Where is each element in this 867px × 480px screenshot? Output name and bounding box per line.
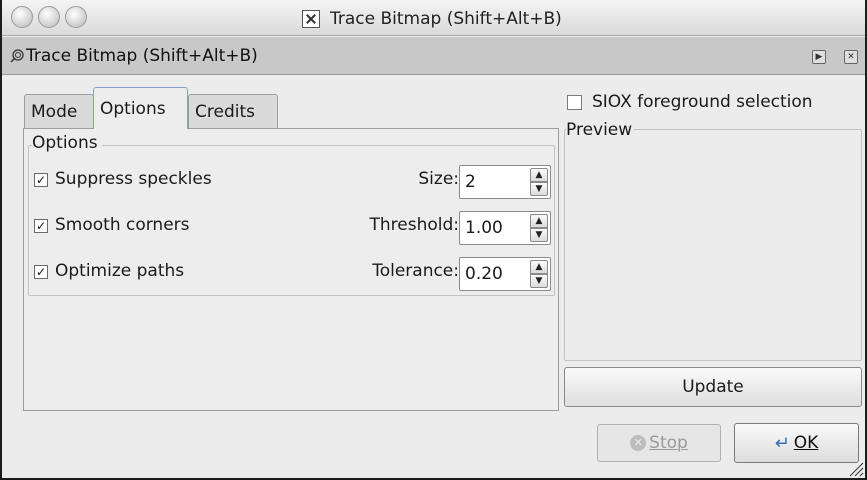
threshold-increment-button[interactable]: ▲ — [530, 214, 548, 228]
size-decrement-button[interactable]: ▼ — [530, 182, 548, 196]
minimize-window-button[interactable] — [38, 6, 60, 28]
window-title-text: Trace Bitmap (Shift+Alt+B) — [330, 9, 562, 29]
ok-button[interactable]: ↵ OK — [734, 423, 859, 463]
tolerance-spinbox[interactable]: 0.20 ▲ ▼ — [459, 257, 551, 291]
options-group-label: Options — [32, 133, 102, 153]
tolerance-label: Tolerance: — [372, 261, 459, 281]
trace-bitmap-icon — [10, 49, 24, 63]
optimize-paths-checkbox[interactable]: ✓ — [34, 265, 48, 279]
smooth-corners-row: ✓ Smooth corners Threshold: 1.00 ▲ ▼ — [34, 211, 554, 245]
suppress-speckles-row: ✓ Suppress speckles Size: 2 ▲ ▼ — [34, 165, 554, 199]
tolerance-decrement-button[interactable]: ▼ — [530, 274, 548, 288]
stop-label: Stop — [649, 433, 688, 453]
optimize-paths-row: ✓ Optimize paths Tolerance: 0.20 ▲ ▼ — [34, 257, 554, 291]
size-label: Size: — [418, 169, 459, 189]
ok-arrow-icon: ↵ — [774, 432, 790, 454]
suppress-speckles-checkbox[interactable]: ✓ — [34, 173, 48, 187]
maximize-window-button[interactable] — [65, 6, 87, 28]
ok-label: OK — [793, 433, 819, 453]
optimize-paths-label[interactable]: Optimize paths — [55, 261, 184, 281]
siox-option[interactable]: SIOX foreground selection — [567, 92, 863, 114]
dock-title: Trace Bitmap (Shift+Alt+B) — [26, 46, 258, 66]
tolerance-value[interactable]: 0.20 — [465, 264, 503, 284]
threshold-value[interactable]: 1.00 — [465, 218, 503, 238]
threshold-spinbox[interactable]: 1.00 ▲ ▼ — [459, 211, 551, 245]
dock-iconify-button[interactable]: ▶ — [812, 50, 826, 64]
stop-icon: ✕ — [630, 435, 647, 451]
tab-mode[interactable]: Mode — [24, 94, 94, 128]
trace-bitmap-window: Trace Bitmap (Shift+Alt+B) Trace Bitmap … — [0, 0, 867, 480]
resize-grip-icon[interactable] — [844, 457, 864, 477]
dock-header: Trace Bitmap (Shift+Alt+B) ▶ ✕ — [2, 37, 865, 75]
window-titlebar[interactable]: Trace Bitmap (Shift+Alt+B) — [2, 0, 865, 36]
preview-area — [564, 129, 862, 361]
preview-label: Preview — [566, 120, 635, 140]
window-title: Trace Bitmap (Shift+Alt+B) — [302, 7, 562, 31]
close-window-button[interactable] — [11, 6, 33, 28]
threshold-label: Threshold: — [369, 215, 459, 235]
smooth-corners-checkbox[interactable]: ✓ — [34, 219, 48, 233]
suppress-speckles-label[interactable]: Suppress speckles — [55, 169, 212, 189]
tolerance-increment-button[interactable]: ▲ — [530, 260, 548, 274]
stop-button[interactable]: ✕ Stop — [597, 424, 721, 462]
siox-label[interactable]: SIOX foreground selection — [592, 92, 813, 112]
tab-credits[interactable]: Credits — [188, 94, 278, 128]
dock-close-button[interactable]: ✕ — [844, 50, 858, 64]
tab-options[interactable]: Options — [93, 87, 188, 129]
options-tab-panel: Options ✓ Suppress speckles Size: 2 ▲ ▼ … — [23, 128, 559, 411]
x-window-icon — [302, 10, 320, 28]
size-value[interactable]: 2 — [465, 172, 476, 192]
size-increment-button[interactable]: ▲ — [530, 168, 548, 182]
siox-checkbox[interactable] — [567, 95, 582, 110]
size-spinbox[interactable]: 2 ▲ ▼ — [459, 165, 551, 199]
threshold-decrement-button[interactable]: ▼ — [530, 228, 548, 242]
smooth-corners-label[interactable]: Smooth corners — [55, 215, 190, 235]
update-button[interactable]: Update — [564, 367, 862, 407]
